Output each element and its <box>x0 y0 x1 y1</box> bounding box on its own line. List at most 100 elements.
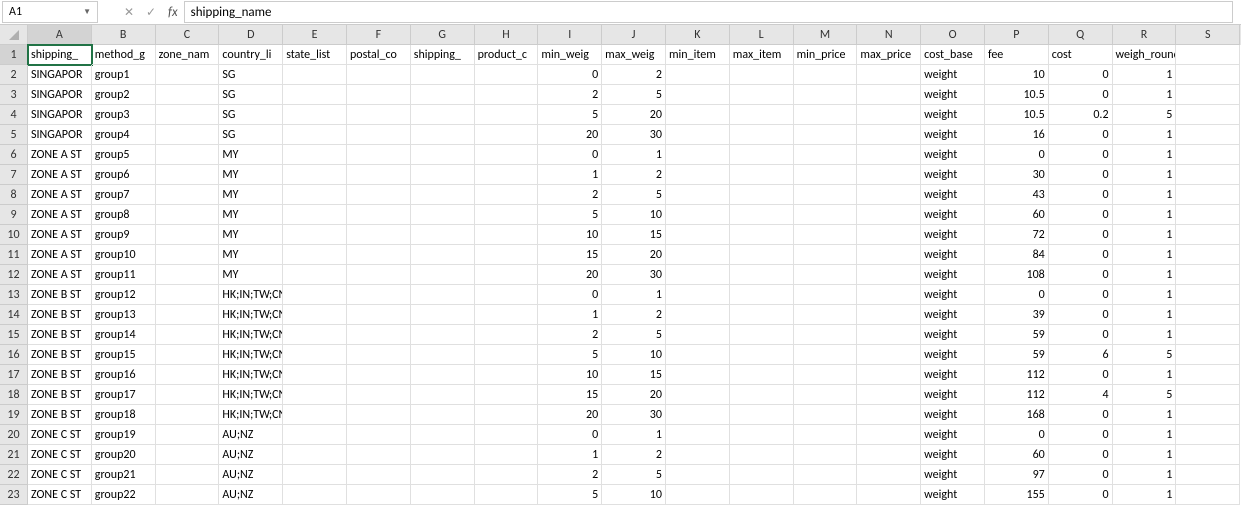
cell[interactable] <box>156 185 220 205</box>
formula-bar[interactable]: shipping_name <box>184 1 1233 23</box>
cell[interactable] <box>666 65 730 85</box>
cell[interactable] <box>730 165 794 185</box>
cell[interactable] <box>156 345 220 365</box>
cell[interactable] <box>347 85 411 105</box>
select-all-corner[interactable] <box>0 25 28 45</box>
cell[interactable] <box>857 205 921 225</box>
cell[interactable]: 10 <box>602 205 666 225</box>
column-header-Q[interactable]: Q <box>1049 25 1113 45</box>
cell[interactable]: 0 <box>1049 485 1113 505</box>
row-header-9[interactable]: 9 <box>0 205 28 225</box>
cell[interactable] <box>347 305 411 325</box>
cell[interactable] <box>794 325 858 345</box>
cell[interactable] <box>411 165 475 185</box>
cell[interactable] <box>283 425 347 445</box>
cell[interactable]: 0 <box>1049 125 1113 145</box>
cell[interactable]: weight <box>921 485 985 505</box>
cell[interactable]: 60 <box>985 445 1049 465</box>
cell[interactable] <box>730 445 794 465</box>
cell[interactable]: 1 <box>602 145 666 165</box>
cell[interactable]: 15 <box>602 365 666 385</box>
cell[interactable] <box>411 365 475 385</box>
cell[interactable] <box>794 85 858 105</box>
cell[interactable]: 1 <box>602 425 666 445</box>
cell[interactable]: HK;IN;TW;CN <box>219 305 283 325</box>
cell[interactable]: 30 <box>602 125 666 145</box>
cell[interactable] <box>411 125 475 145</box>
cell[interactable]: 15 <box>538 385 602 405</box>
cell[interactable]: HK;IN;TW;CN <box>219 285 283 305</box>
cell[interactable]: min_price <box>794 45 858 65</box>
cell[interactable]: group20 <box>92 445 156 465</box>
cell[interactable]: 59 <box>985 345 1049 365</box>
cell[interactable] <box>1176 305 1240 325</box>
cell[interactable] <box>475 265 539 285</box>
cell[interactable]: 108 <box>985 265 1049 285</box>
cell[interactable] <box>666 185 730 205</box>
cell[interactable] <box>857 305 921 325</box>
cell[interactable] <box>730 145 794 165</box>
cell[interactable]: 10 <box>602 345 666 365</box>
cell[interactable] <box>857 285 921 305</box>
cell[interactable] <box>411 185 475 205</box>
cell[interactable] <box>156 105 220 125</box>
cell[interactable] <box>156 305 220 325</box>
cell[interactable]: 1 <box>1113 285 1177 305</box>
row-header-19[interactable]: 19 <box>0 405 28 425</box>
column-header-K[interactable]: K <box>666 25 730 45</box>
cell[interactable]: 97 <box>985 465 1049 485</box>
cell[interactable]: 1 <box>1113 405 1177 425</box>
cell[interactable]: 10.5 <box>985 85 1049 105</box>
cell[interactable]: 2 <box>538 185 602 205</box>
cell[interactable]: MY <box>219 205 283 225</box>
cell[interactable]: 0 <box>538 425 602 445</box>
row-header-12[interactable]: 12 <box>0 265 28 285</box>
cell[interactable]: 6 <box>1049 345 1113 365</box>
cell[interactable]: product_c <box>475 45 539 65</box>
cell[interactable] <box>666 85 730 105</box>
cell[interactable]: 1 <box>1113 265 1177 285</box>
column-header-N[interactable]: N <box>857 25 921 45</box>
cell[interactable] <box>794 305 858 325</box>
cell[interactable]: MY <box>219 245 283 265</box>
cell[interactable] <box>730 325 794 345</box>
cell[interactable] <box>283 225 347 245</box>
cell[interactable]: weight <box>921 105 985 125</box>
cell[interactable] <box>475 365 539 385</box>
row-header-6[interactable]: 6 <box>0 145 28 165</box>
cell[interactable]: 5 <box>538 205 602 225</box>
cell[interactable]: group12 <box>92 285 156 305</box>
fx-icon[interactable]: fx <box>168 5 178 20</box>
cell[interactable]: state_list <box>283 45 347 65</box>
cell[interactable]: weight <box>921 305 985 325</box>
cell[interactable]: cost_base <box>921 45 985 65</box>
column-header-M[interactable]: M <box>794 25 858 45</box>
cell[interactable]: weight <box>921 65 985 85</box>
cell[interactable] <box>347 465 411 485</box>
cell[interactable] <box>283 405 347 425</box>
cell[interactable] <box>283 245 347 265</box>
cell[interactable] <box>1176 165 1240 185</box>
cell[interactable] <box>857 425 921 445</box>
cell[interactable]: min_item <box>666 45 730 65</box>
cell[interactable] <box>411 445 475 465</box>
cell[interactable] <box>156 125 220 145</box>
cell[interactable] <box>666 265 730 285</box>
cell[interactable] <box>794 65 858 85</box>
cell[interactable] <box>411 105 475 125</box>
cell[interactable]: 112 <box>985 365 1049 385</box>
cell[interactable] <box>475 425 539 445</box>
cell[interactable]: SINGAPOR <box>28 85 92 105</box>
row-header-14[interactable]: 14 <box>0 305 28 325</box>
cell[interactable]: ZONE A ST <box>28 205 92 225</box>
cell[interactable] <box>347 225 411 245</box>
cell[interactable] <box>794 265 858 285</box>
cell[interactable]: ZONE A ST <box>28 265 92 285</box>
cell[interactable]: ZONE C ST <box>28 465 92 485</box>
cell[interactable]: 15 <box>538 245 602 265</box>
cell[interactable] <box>857 65 921 85</box>
cell[interactable] <box>857 265 921 285</box>
cell[interactable] <box>283 65 347 85</box>
cell[interactable] <box>156 205 220 225</box>
cell[interactable]: 10 <box>602 485 666 505</box>
